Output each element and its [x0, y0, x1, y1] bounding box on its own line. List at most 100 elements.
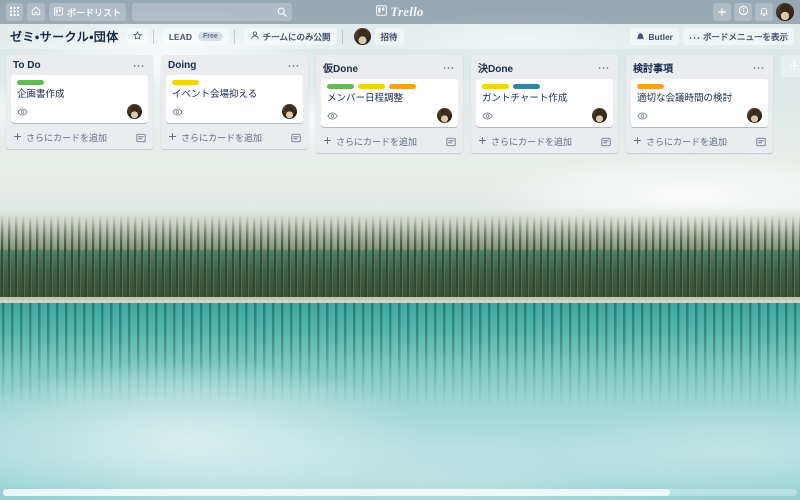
card-label-green[interactable]	[17, 80, 44, 85]
board-member-avatar[interactable]	[353, 28, 371, 45]
card[interactable]: メンバー日程調整	[321, 79, 458, 128]
header-divider	[341, 29, 343, 44]
header-divider	[152, 29, 154, 44]
card-title: イベント会場抑える	[172, 89, 258, 100]
board-menu-label: ボードメニューを表示	[702, 31, 788, 42]
list-menu-icon[interactable]	[441, 65, 456, 71]
card-member-avatar[interactable]	[437, 108, 452, 124]
eye-icon	[482, 112, 493, 120]
list-kentou-jikou[interactable]: 検討事項 適切な会議時間の検討 さらにカードを追加	[626, 55, 773, 154]
horizontal-scrollbar[interactable]	[3, 489, 797, 496]
page-title[interactable]: ゼミ・サークル・団体	[6, 28, 123, 45]
card-template-icon[interactable]	[601, 137, 611, 147]
plan-badge: Free	[197, 32, 223, 41]
list-menu-icon[interactable]	[286, 63, 301, 69]
card-label-yellow[interactable]	[482, 84, 509, 89]
list-menu-icon[interactable]	[596, 65, 611, 71]
plus-icon	[478, 136, 487, 147]
list-kari-done[interactable]: 仮Done メンバー日程調整 さらにカードを追加	[316, 55, 463, 154]
list-title[interactable]: Doing	[168, 60, 286, 71]
add-list-button[interactable]	[781, 55, 800, 77]
plus-icon	[323, 136, 332, 147]
butler-label: Butler	[648, 31, 673, 42]
add-card-button[interactable]: さらにカードを追加	[631, 132, 768, 151]
header-divider	[233, 29, 235, 44]
add-card-button[interactable]: さらにカードを追加	[166, 128, 303, 147]
card-template-icon[interactable]	[136, 133, 146, 143]
list-menu-icon[interactable]	[751, 65, 766, 71]
card-badges	[17, 104, 142, 120]
card[interactable]: ガントチャート作成	[476, 79, 613, 128]
list-title[interactable]: 検討事項	[633, 60, 751, 75]
team-name-label: LEAD	[168, 31, 192, 42]
apps-grid-button[interactable]	[6, 3, 23, 21]
invite-label: 招待	[380, 31, 398, 42]
card-labels	[17, 80, 142, 85]
list-title[interactable]: 決Done	[478, 60, 596, 75]
card[interactable]: 適切な会議時間の検討	[631, 79, 768, 128]
add-card-button[interactable]: さらにカードを追加	[11, 128, 148, 147]
add-card-button[interactable]: さらにカードを追加	[321, 132, 458, 151]
info-icon	[738, 3, 749, 21]
card-template-icon[interactable]	[291, 133, 301, 143]
card-labels	[637, 84, 762, 89]
list-header: To Do	[11, 59, 148, 75]
avatar[interactable]	[776, 3, 794, 21]
search-box[interactable]	[132, 3, 293, 21]
list-header: Doing	[166, 59, 303, 75]
visibility-label: チームにのみ公開	[262, 31, 331, 42]
invite-button[interactable]: 招待	[374, 28, 404, 45]
board-header-actions: Butler ボードメニューを表示	[626, 28, 794, 45]
list-to-do[interactable]: To Do 企画書作成 さらにカードを追加	[6, 55, 153, 150]
card-label-orange[interactable]	[637, 84, 664, 89]
visibility-button[interactable]: チームにのみ公開	[243, 28, 337, 45]
list-doing[interactable]: Doing イベント会場抑える さらにカードを追加	[161, 55, 308, 150]
scrollbar-thumb[interactable]	[3, 489, 670, 496]
card-label-yellow[interactable]	[172, 80, 199, 85]
list-title[interactable]: 仮Done	[323, 60, 441, 75]
apps-grid-icon	[10, 6, 19, 18]
add-card-label: さらにカードを追加	[181, 133, 263, 144]
card-label-orange[interactable]	[389, 84, 416, 89]
card-labels	[482, 84, 607, 89]
home-icon	[31, 6, 41, 18]
card-member-avatar[interactable]	[127, 104, 142, 120]
card-template-icon[interactable]	[446, 137, 456, 147]
card-title: メンバー日程調整	[327, 93, 404, 104]
card-member-avatar[interactable]	[282, 104, 297, 120]
card-template-icon[interactable]	[756, 137, 766, 147]
list-title[interactable]: To Do	[13, 60, 131, 71]
star-board-button[interactable]	[126, 28, 148, 45]
card-label-blue[interactable]	[513, 84, 540, 89]
add-button[interactable]	[713, 3, 731, 21]
add-card-button[interactable]: さらにカードを追加	[476, 132, 613, 151]
add-card-label: さらにカードを追加	[491, 137, 573, 148]
board-icon	[54, 6, 64, 18]
home-button[interactable]	[27, 3, 45, 21]
notifications-button[interactable]	[755, 3, 773, 21]
card-title: 適切な会議時間の検討	[637, 93, 733, 104]
info-button[interactable]	[734, 3, 752, 21]
card-member-avatar[interactable]	[747, 108, 762, 124]
list-menu-icon[interactable]	[131, 63, 146, 69]
team-button[interactable]: LEAD Free	[162, 28, 229, 45]
card-labels	[327, 84, 452, 89]
board-menu-button[interactable]: ボードメニューを表示	[682, 28, 794, 45]
plus-icon	[633, 136, 642, 147]
eye-icon	[327, 112, 338, 120]
list-header: 検討事項	[631, 59, 768, 79]
list-ketsu-done[interactable]: 決Done ガントチャート作成 さらにカードを追加	[471, 55, 618, 154]
list-header: 仮Done	[321, 59, 458, 79]
card-member-avatar[interactable]	[592, 108, 607, 124]
star-icon	[132, 31, 142, 42]
search-input[interactable]	[132, 3, 293, 21]
boards-list-button[interactable]: ボードリスト	[49, 3, 127, 21]
butler-button[interactable]: Butler	[630, 28, 679, 45]
plus-icon	[168, 132, 177, 143]
card-label-green[interactable]	[327, 84, 354, 89]
card-title: ガントチャート作成	[482, 93, 568, 104]
card[interactable]: 企画書作成	[11, 75, 148, 124]
card[interactable]: イベント会場抑える	[166, 75, 303, 124]
card-label-yellow[interactable]	[358, 84, 385, 89]
bell-icon	[759, 3, 769, 21]
